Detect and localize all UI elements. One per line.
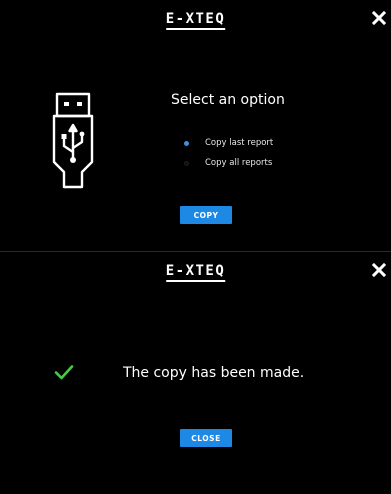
option-label: Copy all reports: [205, 158, 273, 168]
radio-unchecked[interactable]: [184, 160, 189, 166]
option-copy-all-reports[interactable]: Copy all reports: [184, 156, 272, 170]
close-icon[interactable]: [371, 262, 387, 278]
close-icon[interactable]: [371, 10, 387, 26]
copy-button[interactable]: COPY: [180, 206, 232, 224]
copy-confirmation-dialog: E-XTEQ The copy has been made. CLOSE: [0, 252, 391, 494]
exteq-logo: E-XTEQ: [165, 264, 226, 282]
option-copy-last-report[interactable]: Copy last report: [184, 136, 273, 150]
checkmark-icon: [54, 364, 74, 380]
select-option-dialog: E-XTEQ Select an option Copy last report…: [0, 0, 391, 251]
usb-icon: [48, 92, 102, 190]
dialog-title: Select an option: [171, 92, 285, 108]
exteq-logo: E-XTEQ: [165, 12, 226, 30]
option-label: Copy last report: [205, 138, 274, 148]
close-button[interactable]: CLOSE: [180, 429, 232, 447]
confirmation-message: The copy has been made.: [123, 365, 305, 381]
radio-checked[interactable]: [184, 140, 189, 146]
